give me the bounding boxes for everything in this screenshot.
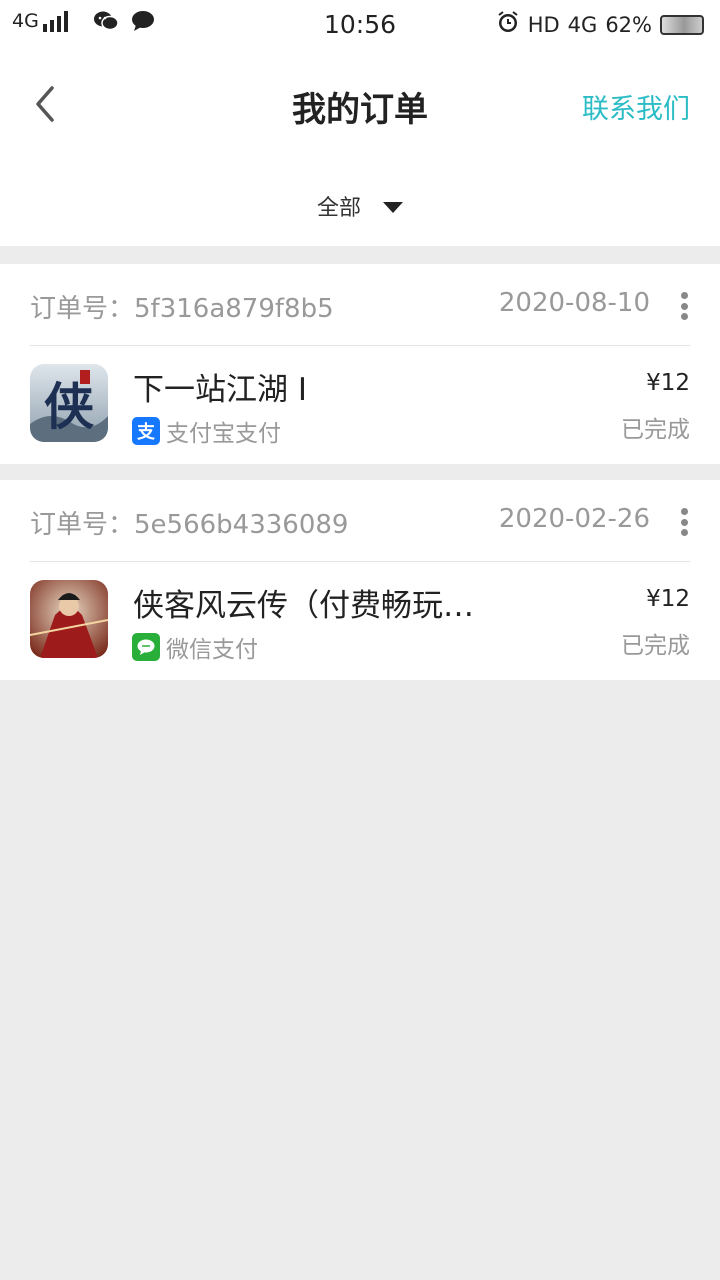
order-price: ¥12 — [646, 370, 690, 396]
hd-label: HD — [527, 12, 560, 37]
order-header: 订单号：5f316a879f8b5 2020-08-10 — [30, 264, 690, 346]
order-header: 订单号：5e566b4336089 2020-02-26 — [30, 480, 690, 562]
order-price: ¥12 — [646, 586, 690, 612]
game-name: 下一站江湖 Ⅰ — [133, 372, 307, 408]
payment-method-label: 微信支付 — [166, 637, 258, 663]
contact-us-link[interactable]: 联系我们 — [582, 87, 690, 126]
filter-bar: 全部 — [0, 156, 720, 246]
alarm-icon — [496, 10, 520, 39]
status-right: HD 4G 62% — [488, 10, 704, 39]
order-date: 2020-08-10 — [498, 288, 650, 318]
svg-text:侠: 侠 — [44, 377, 94, 436]
game-name: 侠客风云传（付费畅玩… — [133, 588, 474, 624]
more-options-icon[interactable] — [680, 292, 688, 320]
dropdown-arrow-icon — [383, 201, 403, 213]
order-date: 2020-02-26 — [498, 504, 650, 534]
payment-method: 支 支付宝支付 — [132, 414, 281, 448]
battery-icon — [660, 14, 704, 35]
alipay-icon: 支 — [132, 417, 160, 445]
order-card: 订单号：5e566b4336089 2020-02-26 侠客风云传（付费畅玩…… — [0, 480, 720, 680]
more-options-icon[interactable] — [680, 508, 688, 536]
status-bar: 4G 10:56 HD 4G 62% — [0, 0, 720, 52]
order-number: 订单号：5f316a879f8b5 — [30, 294, 334, 324]
order-status: 已完成 — [621, 633, 690, 659]
game-icon: 侠 — [30, 364, 108, 442]
filter-label: 全部 — [316, 196, 361, 221]
order-card: 订单号：5f316a879f8b5 2020-08-10 侠 下一站江湖 Ⅰ 支… — [0, 264, 720, 464]
payment-method-label: 支付宝支付 — [166, 421, 281, 447]
network-type-right: 4G — [567, 12, 598, 37]
wechat-pay-icon — [132, 633, 160, 661]
payment-method: 微信支付 — [132, 630, 258, 664]
order-number: 订单号：5e566b4336089 — [30, 510, 349, 540]
filter-dropdown[interactable]: 全部 — [0, 190, 720, 222]
order-status: 已完成 — [621, 417, 690, 443]
game-icon — [30, 580, 108, 658]
battery-percent: 62% — [605, 12, 652, 37]
nav-bar: 我的订单 联系我们 — [0, 52, 720, 156]
